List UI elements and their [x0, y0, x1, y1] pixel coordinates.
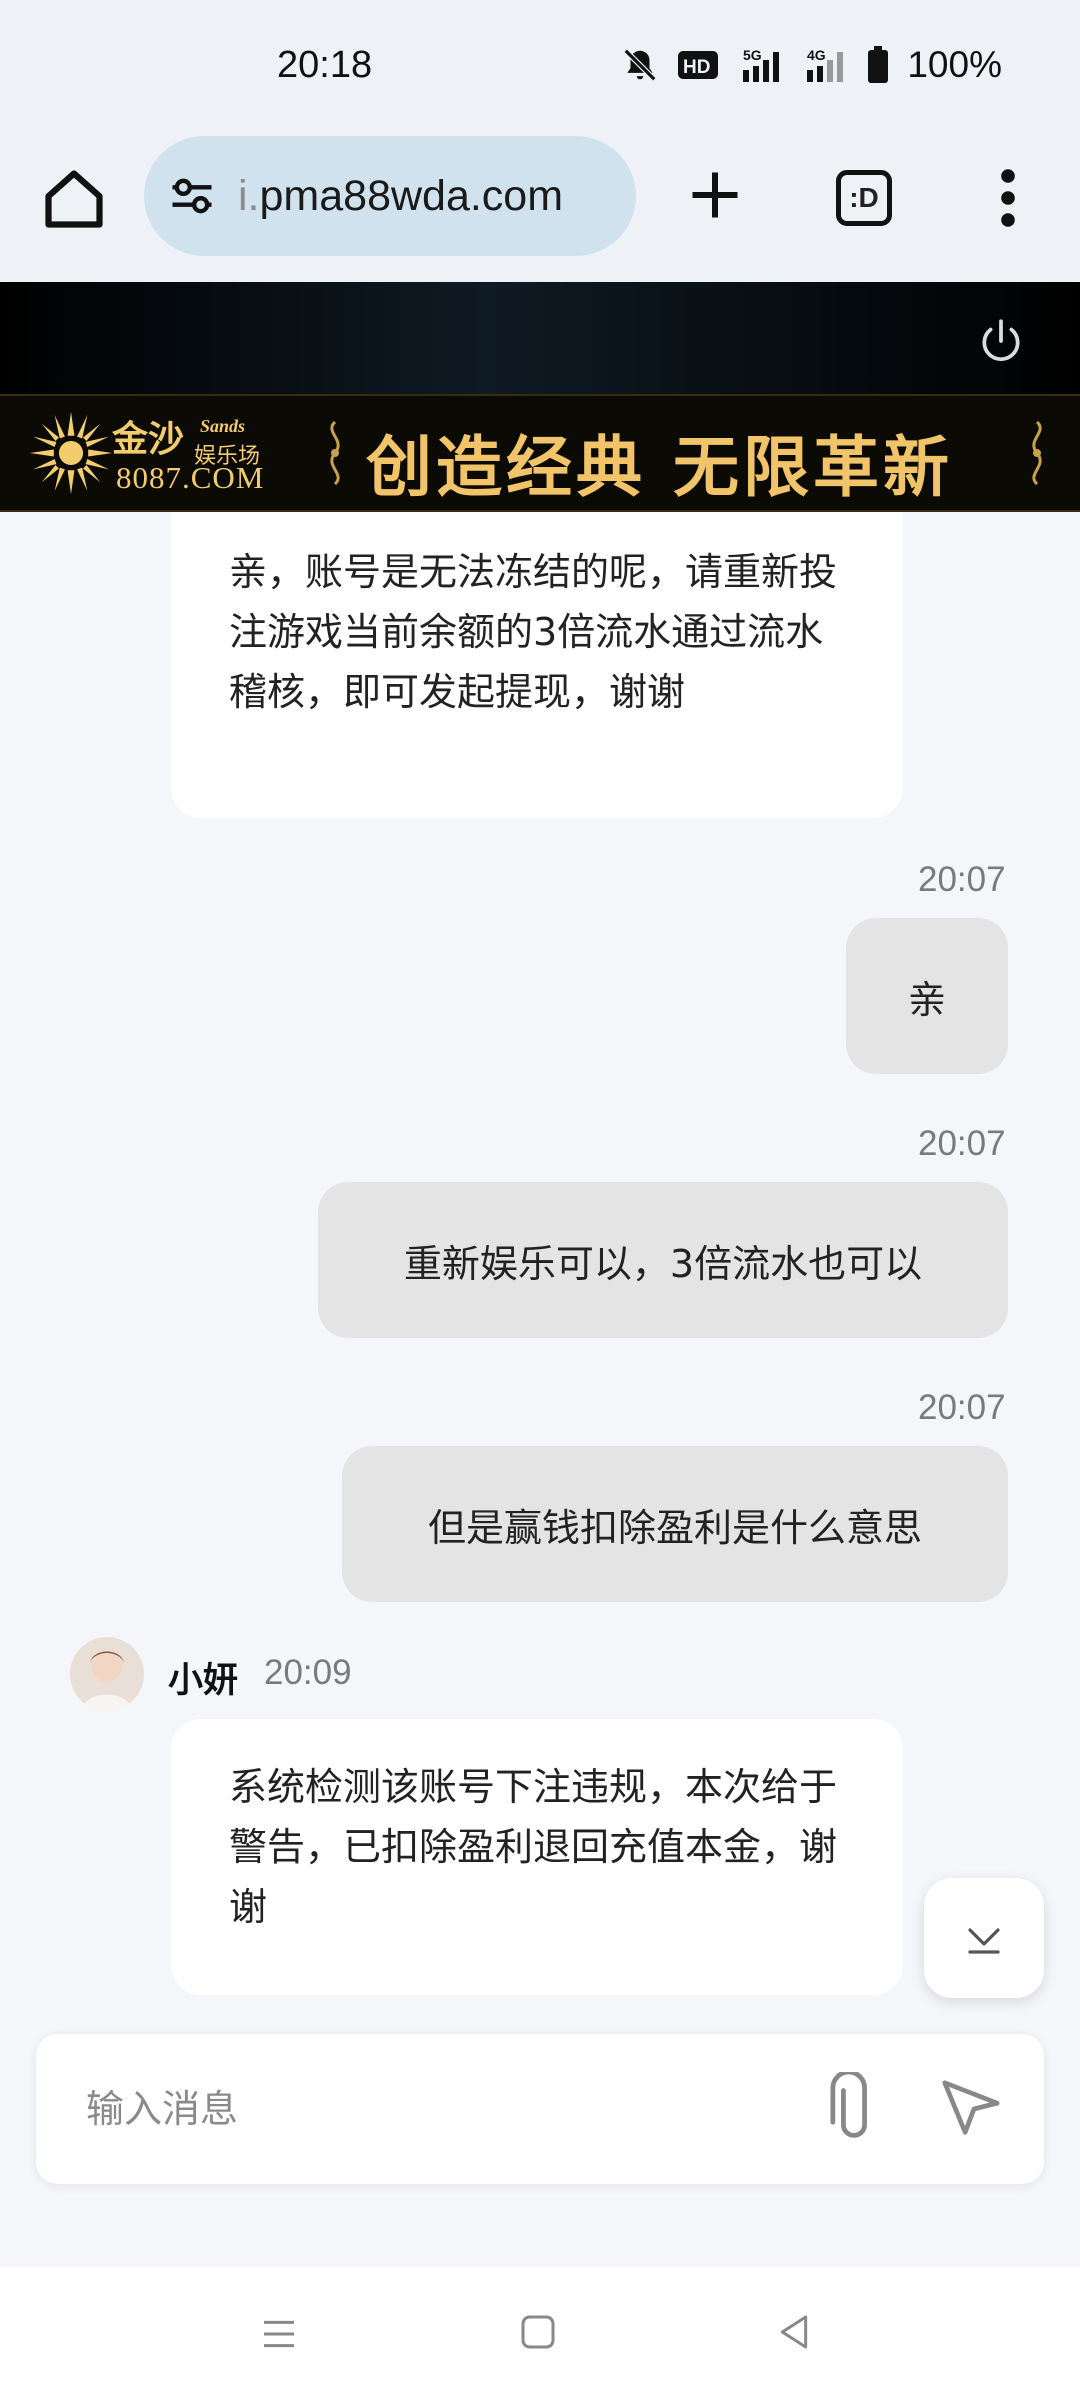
message-input[interactable]: [86, 2074, 786, 2144]
chat-messages[interactable]: 亲，账号是无法冻结的呢，请重新投注游戏当前余额的3倍流水通过流水稽核，即可发起提…: [0, 512, 1080, 2012]
promo-banner: 金沙 Sands 娱乐场 8087.COM 创造经典 无限革新: [0, 394, 1080, 512]
message-text: 但是赢钱扣除盈利是什么意思: [427, 1505, 922, 1550]
ornament-left-icon: [330, 420, 340, 486]
send-icon[interactable]: [936, 2074, 1006, 2144]
more-menu-button[interactable]: [988, 168, 1028, 228]
url-bar[interactable]: i.pma88wda.com: [144, 136, 636, 256]
incoming-message[interactable]: 系统检测该账号下注违规，本次给于警告，已扣除盈利退回充值本金，谢谢: [171, 1719, 903, 1995]
signal-5g-label: 5G: [743, 47, 762, 63]
hd-icon: HD: [678, 51, 719, 79]
status-icons: HD 5G 4G 100%: [621, 44, 1002, 86]
url-prefix: i.: [238, 171, 260, 220]
message-composer: [36, 2034, 1044, 2184]
status-time: 20:18: [277, 44, 373, 86]
message-text: 系统检测该账号下注违规，本次给于警告，已扣除盈利退回充值本金，谢谢: [229, 1765, 838, 1929]
nav-home-icon[interactable]: [518, 2312, 558, 2352]
ornament-right-icon: [1032, 420, 1042, 486]
arrow-down-icon: [968, 1928, 1000, 1954]
new-tab-button[interactable]: [685, 165, 745, 225]
message-time: 20:09: [264, 1653, 352, 1692]
browser-toolbar: i.pma88wda.com :D: [0, 130, 1080, 282]
outgoing-message[interactable]: 亲: [846, 918, 1008, 1074]
outgoing-message[interactable]: 但是赢钱扣除盈利是什么意思: [342, 1446, 1008, 1602]
system-nav-bar: [0, 2266, 1080, 2400]
message-text: 亲，账号是无法冻结的呢，请重新投注游戏当前余额的3倍流水通过流水稽核，即可发起提…: [229, 550, 838, 714]
avatar[interactable]: [70, 1637, 144, 1711]
message-time: 20:07: [918, 1388, 1006, 1427]
message-time: 20:07: [918, 1124, 1006, 1163]
status-bar: 20:18 HD 5G 4G 100%: [0, 0, 1080, 130]
logo-english: Sands: [200, 416, 246, 436]
nav-back-icon[interactable]: [774, 2310, 814, 2354]
message-text: 重新娱乐可以，3倍流水也可以: [403, 1241, 923, 1286]
banner-slogan: 创造经典 无限革新: [366, 428, 953, 506]
sender-name: 小妍: [168, 1661, 239, 1701]
logo-url: 8087.COM: [116, 460, 265, 495]
sun-logo-icon: [29, 411, 113, 495]
signal-4g-icon: 4G: [807, 47, 844, 82]
battery-icon: [868, 46, 889, 83]
url-domain: pma88wda.com: [259, 171, 564, 220]
avatar-image: [70, 1637, 144, 1711]
message-text: 亲: [907, 977, 946, 1022]
outgoing-message[interactable]: 重新娱乐可以，3倍流水也可以: [318, 1182, 1008, 1338]
recent-apps-icon[interactable]: [258, 2314, 300, 2354]
tab-switcher-button[interactable]: :D: [836, 170, 892, 226]
site-settings-icon[interactable]: [166, 170, 218, 222]
scroll-to-bottom-button[interactable]: [924, 1878, 1044, 1998]
logo-chinese: 金沙: [112, 418, 185, 460]
site-header: [0, 282, 1080, 394]
hd-icon-label: HD: [683, 57, 710, 78]
home-button[interactable]: [40, 165, 108, 233]
message-time: 20:07: [918, 860, 1006, 899]
battery-percent: 100%: [907, 44, 1002, 85]
incoming-message[interactable]: 亲，账号是无法冻结的呢，请重新投注游戏当前余额的3倍流水通过流水稽核，即可发起提…: [171, 512, 903, 818]
power-icon[interactable]: [976, 316, 1026, 366]
signal-5g-icon: 5G: [743, 47, 780, 82]
mute-icon: [624, 48, 657, 82]
signal-4g-label: 4G: [807, 47, 826, 63]
url-text[interactable]: i.pma88wda.com: [238, 172, 563, 221]
paperclip-icon[interactable]: [822, 2072, 886, 2146]
